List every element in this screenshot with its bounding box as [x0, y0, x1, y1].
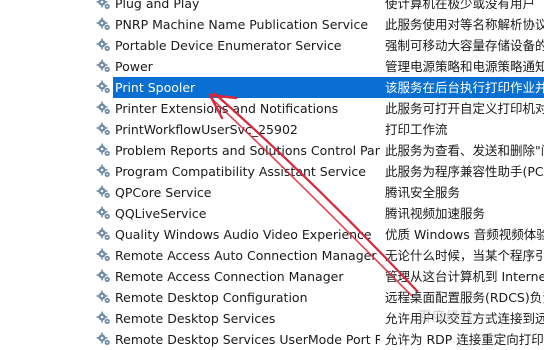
gear-icon: [96, 226, 112, 242]
service-description: 管理电源策略和电源策略通知: [385, 59, 544, 74]
gear-icon: [96, 16, 112, 32]
service-row[interactable]: Problem Reports and Solutions Control Pa…: [0, 140, 544, 161]
service-description: 此服务为程序兼容性助手(PCA: [385, 164, 544, 179]
service-row[interactable]: Remote Desktop Services UserMode Port Re…: [0, 329, 544, 350]
service-name: Remote Desktop Services UserMode Port Re…: [115, 332, 380, 347]
watermark: 百度经验: [418, 310, 475, 325]
service-name: Portable Device Enumerator Service: [115, 38, 342, 53]
gear-icon: [96, 289, 112, 305]
service-row[interactable]: Remote Access Connection Manager 管理从这台计算机…: [0, 266, 544, 287]
service-row[interactable]: Print Spooler 该服务在后台执行打印作业并: [0, 77, 544, 98]
service-name: Power: [115, 59, 153, 74]
service-name: Printer Extensions and Notifications: [115, 101, 339, 116]
service-description: 强制可移动大容量存储设备的: [385, 38, 544, 53]
gear-icon: [96, 331, 112, 347]
service-row[interactable]: PrintWorkflowUserSvc_25902 打印工作流: [0, 119, 544, 140]
service-description: 管理从这台计算机到 Internet: [385, 269, 544, 284]
service-description: 允许为 RDP 连接重定向打印: [385, 332, 544, 347]
service-row[interactable]: PNRP Machine Name Publication Service 此服务…: [0, 14, 544, 35]
gear-icon: [96, 79, 112, 95]
service-name: PNRP Machine Name Publication Service: [115, 17, 369, 32]
service-name: QQLiveService: [115, 206, 207, 221]
gear-icon: [96, 37, 112, 53]
service-name: Problem Reports and Solutions Control Pa…: [115, 143, 380, 158]
gear-icon: [96, 247, 112, 263]
gear-icon: [96, 58, 112, 74]
gear-icon: [96, 310, 112, 326]
service-name: Remote Desktop Configuration: [115, 290, 308, 305]
service-name: Program Compatibility Assistant Service: [115, 164, 366, 179]
service-row[interactable]: Quality Windows Audio Video Experience 优质…: [0, 224, 544, 245]
service-description: 该服务在后台执行打印作业并: [385, 80, 544, 95]
service-description: 无论什么时候，当某个程序引: [385, 248, 544, 263]
gear-icon: [96, 142, 112, 158]
services-list[interactable]: Plug and Play 使计算机在极少或没有用户 PNRP Machine Na…: [0, 0, 544, 350]
service-row[interactable]: Plug and Play 使计算机在极少或没有用户: [0, 0, 544, 14]
service-row[interactable]: QQLiveService 腾讯视频加速服务: [0, 203, 544, 224]
service-row[interactable]: Power 管理电源策略和电源策略通知: [0, 56, 544, 77]
gear-icon: [96, 121, 112, 137]
service-row[interactable]: Program Compatibility Assistant Service 此…: [0, 161, 544, 182]
service-name: Remote Desktop Services: [115, 311, 276, 326]
service-name: Plug and Play: [115, 0, 200, 11]
service-description: 此服务为查看、发送和删除"问: [385, 143, 544, 158]
service-description: 此服务可打开自定义打印机对: [385, 101, 544, 116]
gear-icon: [96, 205, 112, 221]
gear-icon: [96, 184, 112, 200]
service-description: 远程桌面配置服务(RDCS)负责: [385, 290, 544, 305]
gear-icon: [96, 100, 112, 116]
service-description: 使计算机在极少或没有用户: [385, 0, 536, 11]
service-description: 此服务使用对等名称解析协议: [385, 17, 544, 32]
service-description: 优质 Windows 音频视频体验: [385, 227, 544, 242]
service-row[interactable]: QPCore Service 腾讯安全服务: [0, 182, 544, 203]
service-name: Remote Access Connection Manager: [115, 269, 344, 284]
service-name: PrintWorkflowUserSvc_25902: [115, 122, 298, 137]
service-row[interactable]: Portable Device Enumerator Service 强制可移动大…: [0, 35, 544, 56]
service-name: Quality Windows Audio Video Experience: [115, 227, 372, 242]
service-row[interactable]: Printer Extensions and Notifications 此服务可…: [0, 98, 544, 119]
service-name: Remote Access Auto Connection Manager: [115, 248, 377, 263]
service-name: QPCore Service: [115, 185, 212, 200]
gear-icon: [96, 163, 112, 179]
service-description: 腾讯安全服务: [385, 185, 461, 200]
gear-icon: [96, 0, 112, 11]
service-name: Print Spooler: [115, 80, 196, 95]
service-description: 腾讯视频加速服务: [385, 206, 486, 221]
service-description: 打印工作流: [385, 122, 448, 137]
service-row[interactable]: Remote Access Auto Connection Manager 无论什…: [0, 245, 544, 266]
service-row[interactable]: Remote Desktop Configuration 远程桌面配置服务(RDC…: [0, 287, 544, 308]
gear-icon: [96, 268, 112, 284]
